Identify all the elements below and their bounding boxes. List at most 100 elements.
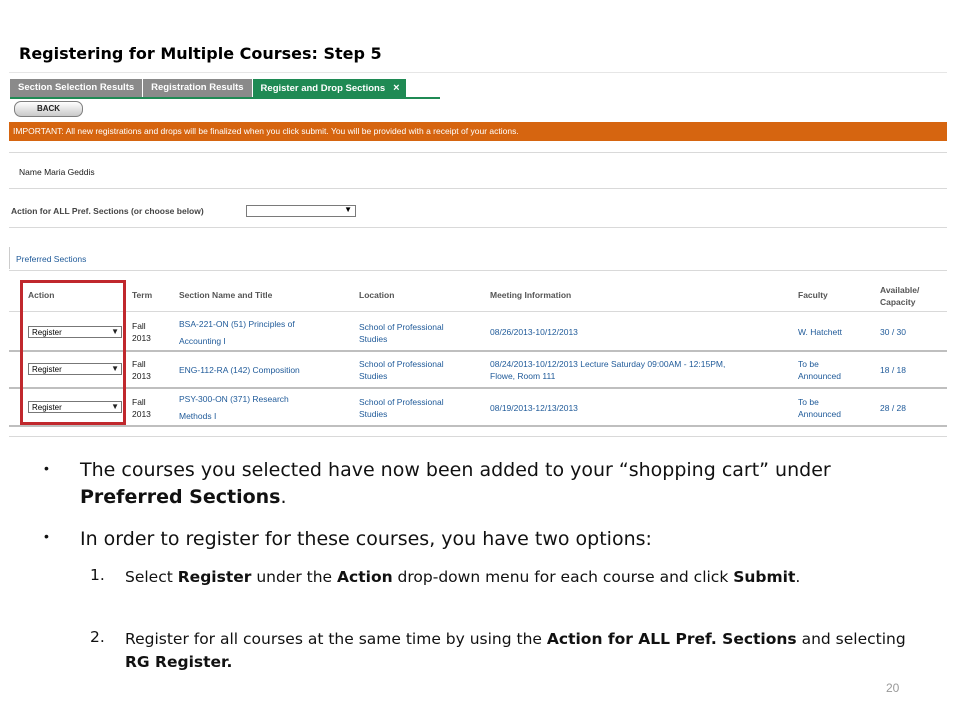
term-line: 2013 — [132, 333, 151, 343]
location-line: School of Professional — [359, 359, 444, 369]
term-line: Fall — [132, 397, 146, 407]
slide-title: Registering for Multiple Courses: Step 5 — [19, 44, 382, 63]
option-bold: Action for ALL Pref. Sections — [546, 630, 797, 648]
location-line: School of Professional — [359, 322, 444, 332]
row-divider — [9, 425, 947, 427]
location-cell: School of Professional Studies — [359, 358, 444, 382]
name-label: Name — [19, 167, 42, 177]
meeting-line: 08/24/2013-10/12/2013 Lecture Saturday 0… — [490, 359, 726, 369]
meeting-line: 08/26/2013-10/12/2013 — [490, 327, 578, 337]
faculty-cell: To be Announced — [798, 358, 841, 382]
faculty-line: To be — [798, 397, 819, 407]
term-line: 2013 — [132, 371, 151, 381]
meeting-cell: 08/26/2013-10/12/2013 — [490, 326, 578, 338]
header-section: Section Name and Title — [179, 290, 273, 300]
location-cell: School of Professional Studies — [359, 321, 444, 345]
term-line: Fall — [132, 359, 146, 369]
divider — [9, 270, 947, 271]
divider — [9, 152, 947, 153]
location-cell: School of Professional Studies — [359, 396, 444, 420]
meeting-line: 08/19/2013-12/13/2013 — [490, 403, 578, 413]
bullet-bold: Preferred Sections — [80, 486, 281, 508]
bullet-text: The courses you selected have now been a… — [80, 459, 831, 481]
location-line: Studies — [359, 334, 388, 344]
faculty-line: To be — [798, 359, 819, 369]
table-bottom-divider — [9, 436, 947, 437]
term-cell: Fall 2013 — [132, 396, 151, 420]
meeting-cell: 08/24/2013-10/12/2013 Lecture Saturday 0… — [490, 358, 725, 382]
header-faculty: Faculty — [798, 290, 828, 300]
option-text: . — [795, 568, 801, 586]
section-line: Accounting I — [179, 336, 226, 346]
tab-underline — [10, 97, 440, 99]
option-bold: Submit — [733, 568, 796, 586]
faculty-cell: To be Announced — [798, 396, 841, 420]
option-text: under the — [251, 568, 338, 586]
section-line: Methods I — [179, 411, 217, 421]
bullet-options: In order to register for these courses, … — [80, 528, 652, 550]
section-line: ENG-112-RA (142) Composition — [179, 365, 300, 375]
bullet-shopping-cart: The courses you selected have now been a… — [80, 457, 920, 511]
option-text: and selecting — [796, 630, 906, 648]
tab-section-selection-results[interactable]: Section Selection Results — [10, 79, 144, 97]
header-term: Term — [132, 290, 153, 300]
section-link-row-1[interactable]: BSA-221-ON (51) Principles of Accounting … — [179, 316, 295, 350]
header-location: Location — [359, 290, 395, 300]
divider — [9, 311, 947, 312]
location-line: Studies — [359, 409, 388, 419]
important-notice: IMPORTANT: All new registrations and dro… — [9, 122, 947, 141]
name-value: Maria Geddis — [44, 167, 95, 177]
faculty-cell: W. Hatchett — [798, 326, 842, 338]
available-cell: 28 / 28 — [880, 403, 906, 413]
available-cell: 18 / 18 — [880, 365, 906, 375]
section-link-row-3[interactable]: PSY-300-ON (371) Research Methods I — [179, 391, 289, 425]
action-all-select[interactable]: ▼ — [246, 205, 356, 217]
tab-register-and-drop-sections[interactable]: Register and Drop Sections × — [252, 79, 407, 97]
meeting-line: Flowe, Room 111 — [490, 371, 556, 381]
preferred-sections-label: Preferred Sections — [16, 254, 87, 264]
section-line: BSA-221-ON (51) Principles of — [179, 319, 295, 329]
tab-registration-results[interactable]: Registration Results — [143, 79, 253, 97]
tab-bar: Section Selection Results Registration R… — [10, 79, 407, 97]
back-button[interactable]: BACK — [14, 101, 83, 117]
option-bold: Register — [177, 568, 252, 586]
divider — [9, 227, 947, 228]
section-link-row-2[interactable]: ENG-112-RA (142) Composition — [179, 364, 300, 376]
header-meeting: Meeting Information — [490, 290, 572, 300]
bullet-text: . — [280, 486, 287, 508]
page-number: 20 — [886, 681, 900, 695]
faculty-line: Announced — [798, 409, 842, 419]
term-line: 2013 — [132, 409, 151, 419]
close-icon[interactable]: × — [393, 82, 399, 94]
chevron-down-icon: ▼ — [344, 205, 352, 214]
header-available-line2: Capacity — [880, 297, 916, 307]
option-text: drop-down menu for each course and click — [392, 568, 734, 586]
location-line: School of Professional — [359, 397, 444, 407]
list-number: 1. — [90, 566, 105, 584]
faculty-line: W. Hatchett — [798, 327, 842, 337]
location-line: Studies — [359, 371, 388, 381]
header-available: Available/ Capacity — [880, 284, 919, 308]
tab-label: Section Selection Results — [18, 82, 135, 93]
tab-label: Registration Results — [151, 82, 244, 93]
term-line: Fall — [132, 321, 146, 331]
option-1: Select Register under the Action drop-do… — [125, 566, 915, 589]
term-cell: Fall 2013 — [132, 358, 151, 382]
section-line: PSY-300-ON (371) Research — [179, 394, 289, 404]
term-cell: Fall 2013 — [132, 320, 151, 344]
action-all-label: Action for ALL Pref. Sections (or choose… — [11, 206, 204, 216]
row-divider — [9, 387, 947, 389]
tab-label: Register and Drop Sections — [260, 83, 386, 94]
divider — [9, 188, 947, 189]
student-name-row: Name Maria Geddis — [19, 167, 95, 177]
list-number: 2. — [90, 628, 105, 646]
bullet-icon: • — [44, 460, 49, 476]
bullet-icon: • — [44, 528, 49, 544]
row-divider — [9, 350, 947, 352]
action-column-highlight — [20, 280, 126, 425]
option-text: Select — [125, 568, 178, 586]
title-divider — [9, 72, 947, 73]
available-cell: 30 / 30 — [880, 327, 906, 337]
option-text: Register for all courses at the same tim… — [125, 630, 547, 648]
meeting-cell: 08/19/2013-12/13/2013 — [490, 402, 578, 414]
